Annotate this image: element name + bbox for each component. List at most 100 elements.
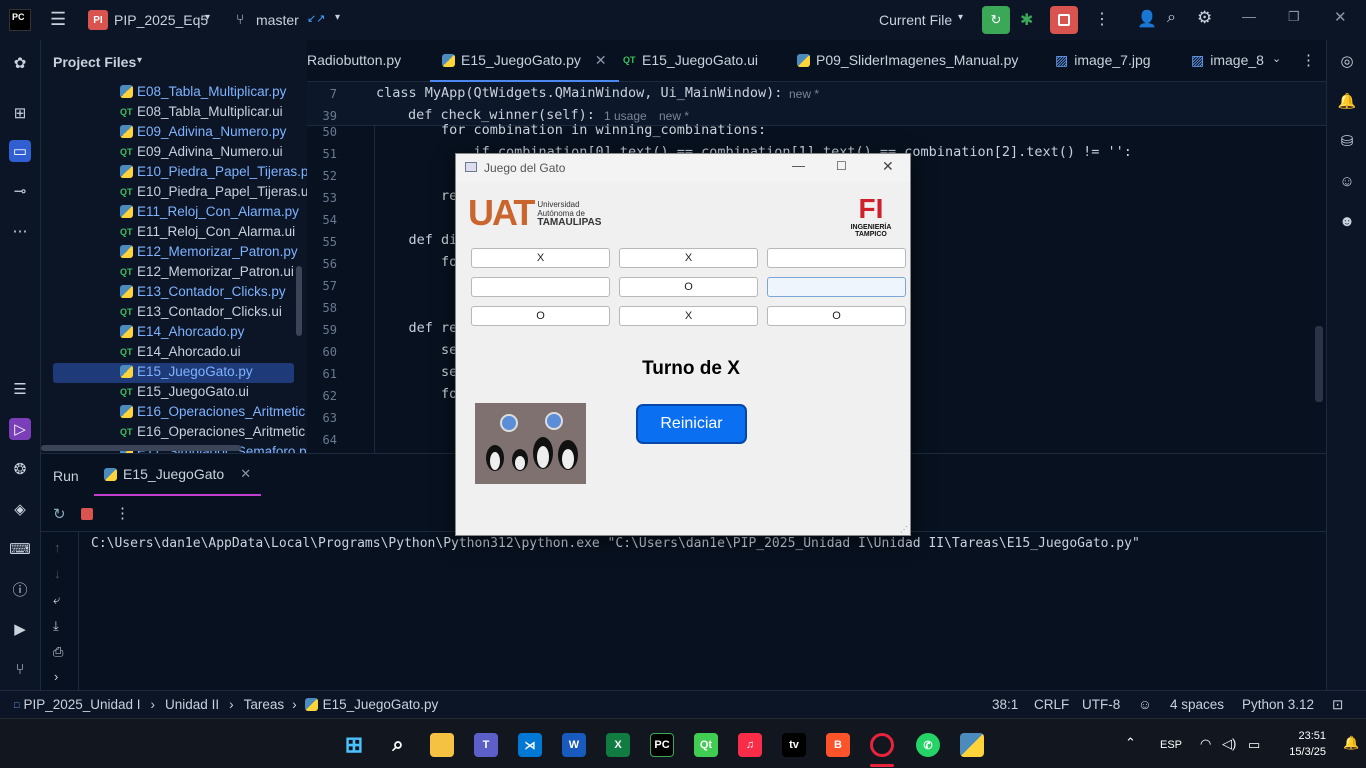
problems-icon[interactable]: ⓘ [9, 578, 31, 600]
more-icon[interactable]: ⋮ [1094, 9, 1110, 29]
branch-name[interactable]: master [256, 12, 299, 28]
project-file-item[interactable]: QT E13_Contador_Clicks.ui [120, 304, 282, 319]
apple-tv-icon[interactable]: tv [782, 733, 806, 757]
chevron-down-icon[interactable]: ▾ [137, 55, 142, 66]
usage-hint[interactable]: 1 usage [604, 109, 647, 123]
run-tool-icon[interactable]: ▷ [9, 418, 31, 440]
code-line[interactable]: se [376, 342, 457, 358]
music-icon[interactable]: ♫ [738, 733, 762, 757]
board-cell[interactable] [767, 248, 906, 268]
tab-radiobutton[interactable]: Radiobutton.py [307, 40, 401, 80]
print-icon[interactable]: ⎙ [53, 644, 63, 660]
tab-e15-juegogato-ui[interactable]: QT E15_JuegoGato.ui [623, 40, 758, 80]
project-file-item[interactable]: QT E08_Tabla_Multiplicar.ui [120, 104, 283, 119]
more-icon[interactable]: ⋮ [115, 504, 130, 522]
chevron-down-icon[interactable]: ▾ [205, 12, 210, 23]
python-icon[interactable] [960, 733, 984, 757]
notifications-icon[interactable]: 🔔 [1336, 90, 1358, 112]
tabs-dropdown-icon[interactable]: ⌄ [1272, 52, 1281, 65]
wifi-icon[interactable]: ◠ [1200, 736, 1211, 752]
stop-icon[interactable] [81, 508, 93, 520]
breadcrumb-project[interactable]: PIP_2025_Unidad I [23, 697, 140, 712]
project-file-item[interactable]: E13_Contador_Clicks.py [120, 284, 286, 299]
chevron-down-icon[interactable]: ▾ [335, 12, 340, 23]
add-user-icon[interactable]: 👤 [1137, 9, 1157, 29]
breadcrumb-folder[interactable]: Unidad II [165, 697, 219, 712]
main-menu-icon[interactable]: ☰ [50, 9, 66, 30]
project-file-item[interactable]: QT E10_Piedra_Papel_Tijeras.ui [120, 184, 311, 199]
search-icon[interactable]: ⌕ [386, 733, 410, 757]
clock-time[interactable]: 23:51 [1290, 730, 1326, 742]
project-file-item[interactable]: QT E09_Adivina_Numero.ui [120, 144, 283, 159]
terminal-icon[interactable]: ⌨ [9, 538, 31, 560]
whatsapp-icon[interactable]: ✆ [916, 733, 940, 757]
ai-assistant-icon[interactable]: ✿ [9, 52, 31, 74]
chevron-up-icon[interactable]: ⌃ [1125, 735, 1136, 751]
sticky-def-line[interactable]: def check_winner(self): [408, 107, 595, 123]
board-cell[interactable]: X [619, 306, 758, 326]
git-icon[interactable]: ⑂ [9, 658, 31, 680]
structure-icon[interactable]: ⊞ [9, 102, 31, 124]
sticky-class-line[interactable]: class MyApp(QtWidgets.QMainWindow, Ui_Ma… [376, 85, 782, 101]
close-icon[interactable]: ✕ [240, 466, 251, 482]
volume-icon[interactable]: ◁) [1222, 736, 1236, 752]
project-file-item[interactable]: E15_JuegoGato.py [120, 364, 253, 379]
breadcrumb-folder[interactable]: Tareas [244, 697, 285, 712]
windows-start-icon[interactable]: ⊞ [342, 732, 366, 757]
vscode-icon[interactable]: ⋊ [518, 733, 542, 757]
code-line[interactable]: re [376, 188, 457, 204]
project-name[interactable]: PIP_2025_Eq5 [114, 12, 208, 28]
todo-list-icon[interactable]: ☰ [9, 378, 31, 400]
tab-p09-slider[interactable]: P09_SliderImagenes_Manual.py [797, 40, 1018, 80]
run-config-select[interactable]: Current File [879, 12, 952, 28]
commit-icon[interactable]: ⊸ [9, 180, 31, 202]
board-cell[interactable] [767, 277, 906, 297]
close-button[interactable]: ✕ [1334, 8, 1347, 26]
rerun-button[interactable]: ↻ [982, 6, 1010, 34]
python-packages-icon[interactable]: ❂ [9, 458, 31, 480]
notification-bell-icon[interactable]: 🔔 [1343, 735, 1359, 751]
project-file-item[interactable]: QT E15_JuegoGato.ui [120, 384, 249, 399]
scrollbar[interactable] [296, 266, 302, 336]
resize-grip-icon[interactable]: ⋰ [900, 525, 908, 534]
indent-setting[interactable]: 4 spaces [1170, 697, 1224, 712]
horizontal-scrollbar[interactable] [41, 445, 241, 451]
tab-e15-juegogato-py[interactable]: E15_JuegoGato.py ✕ [430, 40, 619, 82]
qt-designer-icon[interactable]: Qt [694, 733, 718, 757]
project-file-item[interactable]: E09_Adivina_Numero.py [120, 124, 286, 139]
pycharm-icon[interactable]: PC [650, 733, 674, 757]
teams-icon[interactable]: T [474, 733, 498, 757]
project-file-item[interactable]: E10_Piedra_Papel_Tijeras.py [120, 164, 315, 179]
tab-image-8[interactable]: ▨ image_8 [1191, 40, 1264, 80]
project-folder-icon[interactable]: ▭ [9, 140, 31, 162]
project-file-item[interactable]: QT E14_Ahorcado.ui [120, 344, 241, 359]
services-icon[interactable]: ▶ [9, 618, 31, 640]
close-icon[interactable]: ✕ [595, 52, 607, 69]
interpreter[interactable]: Python 3.12 [1242, 697, 1314, 712]
reset-button[interactable]: Reiniciar [636, 404, 747, 444]
scroll-end-icon[interactable]: ⤓ [53, 618, 59, 634]
soft-wrap-icon[interactable]: ⤶ [53, 592, 60, 608]
maximize-button[interactable]: ❐ [1288, 9, 1300, 25]
down-arrow-icon[interactable]: ↓ [54, 566, 61, 581]
board-cell[interactable]: O [471, 306, 610, 326]
board-cell[interactable]: X [471, 248, 610, 268]
ai-icon[interactable]: ◎ [1336, 50, 1358, 72]
more-icon[interactable]: ⋮ [1301, 51, 1316, 69]
code-line[interactable]: def di [376, 232, 458, 248]
board-cell[interactable]: O [767, 306, 906, 326]
opera-icon[interactable] [870, 733, 894, 757]
battery-icon[interactable]: ▭ [1248, 737, 1260, 753]
code-line[interactable]: fo [376, 386, 457, 402]
project-badge[interactable]: PI [88, 10, 108, 30]
excel-icon[interactable]: X [606, 733, 630, 757]
close-button[interactable]: ✕ [882, 158, 894, 175]
minimize-button[interactable]: — [792, 158, 805, 173]
editor-scrollbar[interactable] [1315, 326, 1323, 402]
file-explorer-icon[interactable] [430, 733, 454, 757]
minimize-button[interactable]: — [1242, 8, 1256, 24]
maximize-button[interactable]: ☐ [836, 159, 847, 173]
run-config-tab[interactable]: E15_JuegoGato ✕ [94, 454, 262, 496]
debug-icon[interactable]: ✱ [1020, 10, 1033, 30]
code-line[interactable]: for combination in winning_combinations: [376, 122, 766, 138]
